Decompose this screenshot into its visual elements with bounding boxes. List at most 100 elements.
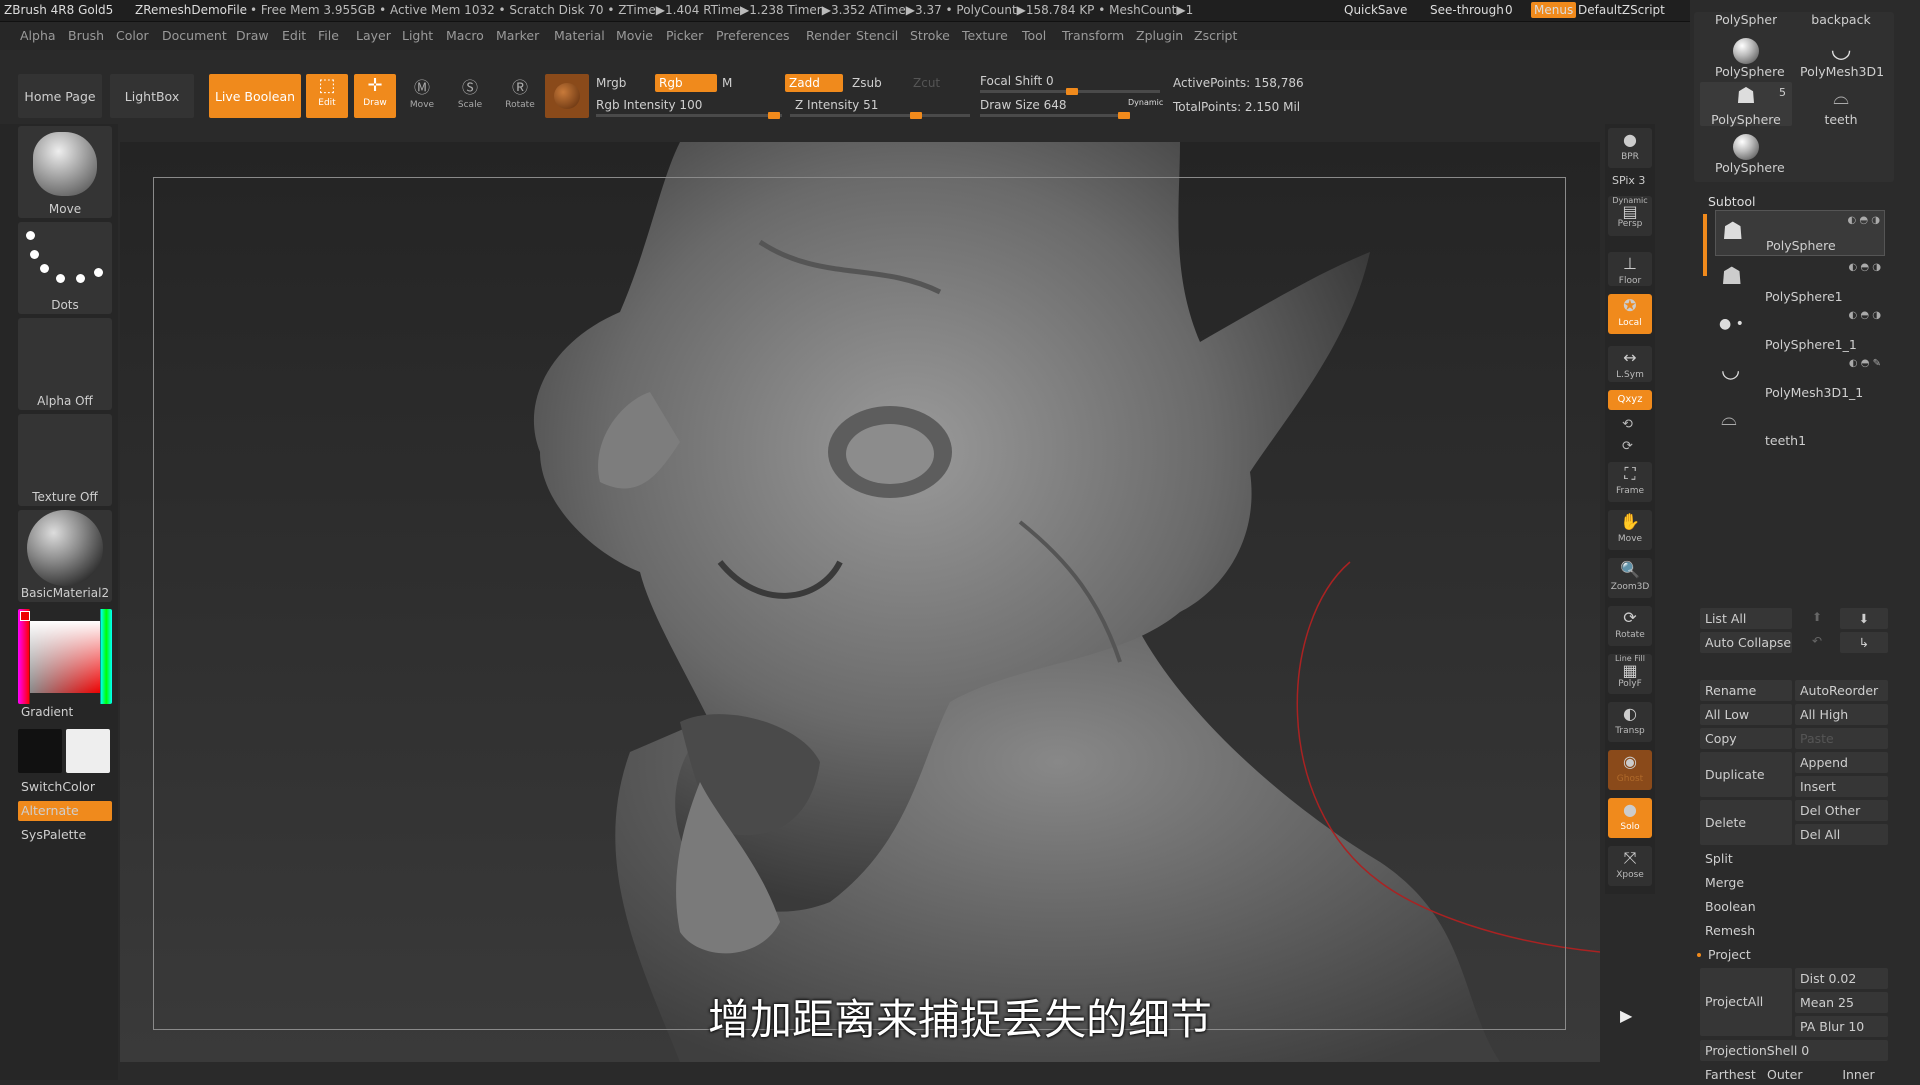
zsub-button[interactable]: Zsub: [852, 76, 882, 90]
secondary-color-swatch[interactable]: [66, 729, 110, 773]
tool-thumb-polysphere-2[interactable]: PolySphere: [1715, 130, 1785, 175]
insert-button[interactable]: Insert: [1795, 776, 1888, 797]
tool-thumb-polysphere[interactable]: PolySphere: [1715, 34, 1785, 79]
home-page-button[interactable]: Home Page: [18, 74, 102, 118]
mean-slider[interactable]: Mean 25: [1795, 992, 1888, 1013]
visibility-eye-icon[interactable]: ◐ ◓ ◑: [1847, 215, 1880, 226]
quicksave-button[interactable]: QuickSave: [1344, 3, 1407, 17]
menu-item-picker[interactable]: Picker: [666, 28, 703, 43]
arrow-curve-icon[interactable]: ↶: [1812, 634, 1822, 648]
project-section[interactable]: Project: [1703, 944, 1888, 965]
menu-item-brush[interactable]: Brush: [68, 28, 104, 43]
menu-item-file[interactable]: File: [318, 28, 339, 43]
rename-button[interactable]: Rename: [1700, 680, 1792, 701]
menu-item-preferences[interactable]: Preferences: [716, 28, 790, 43]
lightbox-button[interactable]: LightBox: [110, 74, 194, 118]
alternate-button[interactable]: Alternate: [18, 801, 112, 821]
append-button[interactable]: Append: [1795, 752, 1888, 773]
rotate-axis-icon[interactable]: ⟲ ⟳: [1622, 414, 1633, 458]
script-name[interactable]: DefaultZScript: [1578, 3, 1665, 17]
tool-thumb-backpack[interactable]: backpack: [1810, 12, 1872, 30]
menu-item-tool[interactable]: Tool: [1022, 28, 1046, 43]
texture-slot[interactable]: Texture Off: [18, 414, 112, 506]
gradient-label[interactable]: Gradient: [21, 705, 73, 719]
live-boolean-button[interactable]: Live Boolean: [209, 74, 301, 118]
syspalette-button[interactable]: SysPalette: [18, 825, 112, 845]
visibility-eye-icon[interactable]: ◐ ◓ ✎: [1849, 358, 1881, 369]
subtool-item-teeth1[interactable]: ⌓ teeth1: [1715, 402, 1885, 448]
focal-shift-slider[interactable]: [980, 88, 1160, 95]
tool-thumb-teeth[interactable]: ⌓ teeth: [1810, 82, 1872, 127]
lsym-button[interactable]: ↔ L.Sym: [1608, 346, 1652, 382]
menu-item-material[interactable]: Material: [554, 28, 605, 43]
all-high-button[interactable]: All High: [1795, 704, 1888, 725]
menu-item-edit[interactable]: Edit: [282, 28, 306, 43]
seethrough-slider[interactable]: See-through: [1430, 3, 1504, 17]
menu-item-movie[interactable]: Movie: [616, 28, 653, 43]
local-button[interactable]: ✪ Local: [1608, 294, 1652, 334]
visibility-eye-icon[interactable]: ◐ ◓ ◑: [1848, 262, 1881, 273]
persp-button[interactable]: Dynamic ▤ Persp: [1608, 196, 1652, 236]
merge-section[interactable]: Merge: [1700, 872, 1888, 893]
tool-thumb-polysphere-active[interactable]: ☗ PolySphere 5: [1700, 82, 1792, 127]
del-all-button[interactable]: Del All: [1795, 824, 1888, 845]
draw-size-knob[interactable]: [1118, 112, 1130, 119]
polyf-button[interactable]: Line Fill ▦ PolyF: [1608, 654, 1652, 694]
xpose-button[interactable]: ⤧ Xpose: [1608, 846, 1652, 886]
dynamic-toggle[interactable]: Dynamic: [1128, 98, 1163, 107]
zoom3d-button[interactable]: 🔍 Zoom3D: [1608, 558, 1652, 598]
paste-button[interactable]: Paste: [1795, 728, 1888, 749]
material-slot[interactable]: BasicMaterial2: [18, 510, 112, 602]
floor-button[interactable]: ⊥ Floor: [1608, 252, 1652, 286]
all-low-button[interactable]: All Low: [1700, 704, 1792, 725]
bpr-button[interactable]: ● BPR: [1608, 128, 1652, 168]
material-swatch-button[interactable]: [545, 74, 589, 118]
del-other-button[interactable]: Del Other: [1795, 800, 1888, 821]
zcut-button[interactable]: Zcut: [913, 76, 940, 90]
subtool-item-polymesh3d1-1[interactable]: ◡ ◐ ◓ ✎ PolyMesh3D1_1: [1715, 354, 1885, 400]
menu-item-draw[interactable]: Draw: [236, 28, 269, 43]
auto-collapse-button[interactable]: Auto Collapse: [1700, 632, 1792, 653]
main-color-swatch[interactable]: [18, 729, 62, 773]
arrow-up-icon[interactable]: ⬆: [1812, 610, 1822, 624]
duplicate-button[interactable]: Duplicate: [1700, 752, 1792, 797]
draw-size-slider[interactable]: [980, 112, 1130, 119]
rgb-button[interactable]: Rgb: [655, 74, 717, 92]
z-intensity-slider[interactable]: [790, 112, 970, 119]
delete-button[interactable]: Delete: [1700, 800, 1792, 845]
focal-shift-knob[interactable]: [1066, 88, 1078, 95]
xyz-button[interactable]: Qxyz: [1608, 390, 1652, 410]
projectall-button[interactable]: ProjectAll: [1700, 968, 1792, 1036]
menu-item-stroke[interactable]: Stroke: [910, 28, 950, 43]
m-button[interactable]: M: [722, 76, 732, 90]
color-field[interactable]: [30, 621, 100, 693]
subtool-scroll-indicator[interactable]: [1703, 214, 1707, 276]
tool-thumb-polysphere1[interactable]: PolySphere1: [1715, 12, 1777, 30]
dist-slider[interactable]: Dist 0.02: [1795, 968, 1888, 989]
menu-item-zplugin[interactable]: Zplugin: [1136, 28, 1183, 43]
scale-mode-button[interactable]: Ⓢ Scale: [450, 76, 490, 118]
brush-slot[interactable]: Move: [18, 126, 112, 218]
rotate-view-button[interactable]: ⟳ Rotate: [1608, 606, 1652, 646]
stroke-slot[interactable]: Dots: [18, 222, 112, 314]
autoreorder-button[interactable]: AutoReorder: [1795, 680, 1888, 701]
solo-button[interactable]: ● Solo: [1608, 798, 1652, 838]
menu-item-light[interactable]: Light: [402, 28, 433, 43]
zadd-button[interactable]: Zadd: [785, 74, 843, 92]
mrgb-button[interactable]: Mrgb: [596, 76, 626, 90]
menu-item-marker[interactable]: Marker: [496, 28, 539, 43]
rotate-mode-button[interactable]: Ⓡ Rotate: [500, 76, 540, 118]
menus-button[interactable]: Menus: [1531, 2, 1577, 18]
menu-item-layer[interactable]: Layer: [356, 28, 391, 43]
menu-item-color[interactable]: Color: [116, 28, 149, 43]
menu-item-texture[interactable]: Texture: [962, 28, 1008, 43]
split-section[interactable]: Split: [1700, 848, 1888, 869]
remesh-section[interactable]: Remesh: [1700, 920, 1888, 941]
switchcolor-button[interactable]: SwitchColor: [18, 777, 112, 797]
alpha-slot[interactable]: Alpha Off: [18, 318, 112, 410]
outer-button[interactable]: Outer: [1762, 1064, 1822, 1085]
menu-item-render[interactable]: Render: [806, 28, 851, 43]
rgb-intensity-slider[interactable]: [596, 112, 782, 119]
move-mode-button[interactable]: Ⓜ Move: [402, 76, 442, 118]
pa-blur-slider[interactable]: PA Blur 10: [1795, 1016, 1888, 1037]
